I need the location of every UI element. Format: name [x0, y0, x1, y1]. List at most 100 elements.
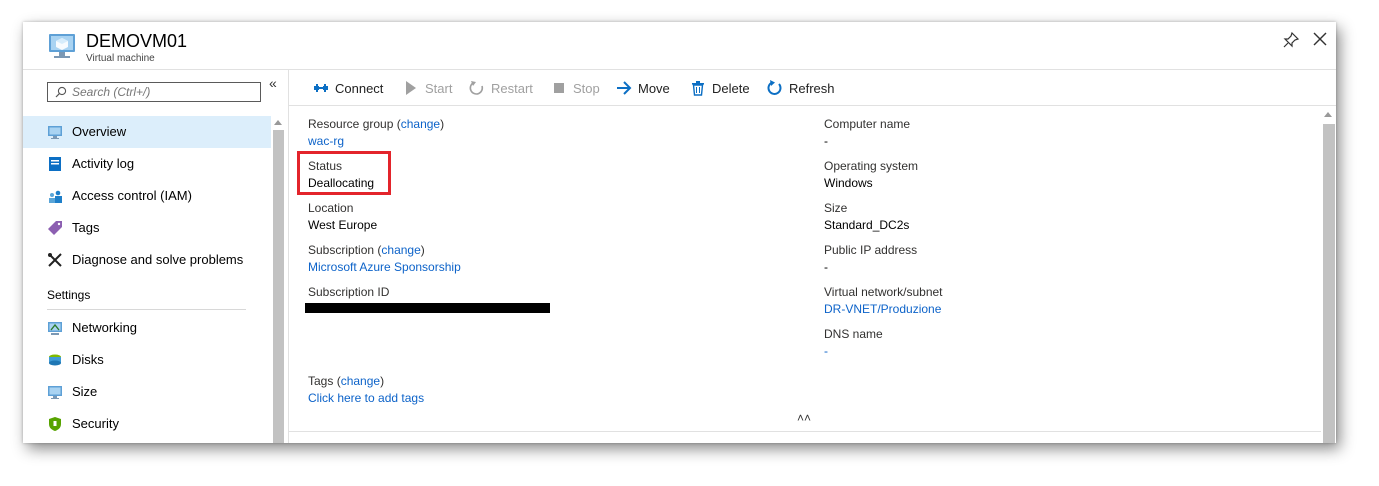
- scrollbar-thumb[interactable]: [273, 130, 284, 443]
- refresh-button[interactable]: Refresh: [767, 79, 835, 97]
- restart-icon: [469, 81, 484, 95]
- collapse-essentials-icon[interactable]: ˄˄: [797, 411, 811, 425]
- public-ip-label: Public IP address: [824, 243, 918, 257]
- restart-button[interactable]: Restart: [469, 79, 533, 97]
- disks-icon: [49, 354, 61, 366]
- change-subscription-link[interactable]: change: [381, 243, 420, 257]
- move-button[interactable]: Move: [616, 79, 670, 97]
- subscription-id-field: Subscription ID: [308, 285, 389, 299]
- size-field: Size Standard_DC2s: [824, 201, 909, 232]
- sidebar-item-activity-log[interactable]: Activity log: [23, 148, 271, 180]
- location-field: Location West Europe: [308, 201, 377, 232]
- sidebar-item-label: Networking: [72, 320, 138, 335]
- change-tags-link[interactable]: change: [341, 374, 380, 388]
- subscription-field: Subscription (change) Microsoft Azure Sp…: [308, 243, 461, 274]
- delete-button[interactable]: Delete: [690, 79, 750, 97]
- essentials-divider: [289, 431, 1321, 432]
- computer-name-value: -: [824, 134, 828, 148]
- scroll-up-arrow-icon[interactable]: [274, 120, 282, 125]
- sidebar-item-label: Security: [72, 416, 119, 431]
- sidebar-item-label: Size: [72, 384, 98, 399]
- overview-icon: [48, 126, 62, 139]
- close-icon[interactable]: [1311, 30, 1329, 48]
- change-resource-group-link[interactable]: change: [401, 117, 440, 131]
- sidebar-item-label: Diagnose and solve problems: [72, 252, 244, 267]
- scroll-up-arrow-icon[interactable]: [1324, 112, 1332, 117]
- resource-group-link[interactable]: wac-rg: [308, 134, 444, 148]
- start-button[interactable]: Start: [403, 79, 452, 97]
- restart-label: Restart: [491, 80, 533, 96]
- sidebar-item-diagnose[interactable]: Diagnose and solve problems: [23, 244, 271, 276]
- os-value: Windows: [824, 176, 873, 190]
- section-divider: [47, 309, 246, 310]
- subscription-link[interactable]: Microsoft Azure Sponsorship: [308, 260, 461, 274]
- sidebar-item-label: Disks: [72, 352, 104, 367]
- sidebar-item-size[interactable]: Size: [23, 376, 271, 408]
- settings-section-header: Settings: [23, 276, 271, 312]
- public-ip-field: Public IP address -: [824, 243, 917, 274]
- blade-header: DEMOVM01 Virtual machine: [23, 22, 1336, 70]
- sidebar-item-security[interactable]: Security: [23, 408, 271, 440]
- sidebar-item-label: Overview: [72, 124, 127, 139]
- computer-name-label: Computer name: [824, 117, 911, 131]
- public-ip-value: -: [824, 260, 828, 274]
- shield-icon: [49, 417, 61, 431]
- subscription-label: Subscription: [308, 243, 375, 257]
- dns-link[interactable]: -: [824, 344, 883, 358]
- vnet-link[interactable]: DR-VNET/Produzione: [824, 302, 943, 316]
- networking-icon: [48, 322, 62, 335]
- stop-button[interactable]: Stop: [551, 79, 600, 97]
- search-icon: [55, 86, 67, 98]
- pin-icon[interactable]: [1282, 31, 1300, 49]
- section-label: Settings: [47, 288, 91, 302]
- status-highlight-box: [297, 151, 391, 195]
- play-icon: [406, 81, 416, 95]
- refresh-icon: [767, 80, 782, 95]
- command-bar: Connect Start Restart Stop Move Delete R…: [289, 70, 1336, 106]
- virtual-machine-icon: [49, 34, 75, 58]
- subscription-id-label: Subscription ID: [308, 285, 390, 299]
- nav-list: Overview Activity log Access control (IA…: [23, 116, 271, 440]
- page-title: DEMOVM01: [86, 31, 188, 51]
- wrench-icon: [48, 253, 62, 267]
- search-box[interactable]: [47, 82, 261, 102]
- tags-field: Tags (change) Click here to add tags: [308, 374, 425, 405]
- sidebar-item-networking[interactable]: Networking: [23, 312, 271, 344]
- arrow-right-icon: [617, 81, 632, 95]
- size-label: Size: [824, 201, 848, 215]
- resource-menu: « Overview Activity log Ac: [23, 70, 289, 443]
- iam-icon: [49, 190, 62, 203]
- sidebar-item-label: Activity log: [72, 156, 135, 171]
- resource-group-field: Resource group (change) wac-rg: [308, 117, 445, 148]
- collapse-menu-button[interactable]: «: [269, 75, 277, 91]
- connect-label: Connect: [335, 80, 384, 96]
- sidebar-item-access-control[interactable]: Access control (IAM): [23, 180, 271, 212]
- search-input[interactable]: [72, 84, 257, 100]
- sidebar-item-disks[interactable]: Disks: [23, 344, 271, 376]
- trash-icon: [692, 81, 704, 96]
- size-value: Standard_DC2s: [824, 218, 910, 232]
- page-subtitle: Virtual machine: [86, 53, 155, 64]
- computer-name-field: Computer name -: [824, 117, 910, 148]
- vm-blade: DEMOVM01 Virtual machine «: [23, 22, 1336, 443]
- resource-group-label: Resource group: [308, 117, 394, 131]
- location-label: Location: [308, 201, 354, 215]
- scrollbar-thumb[interactable]: [1323, 124, 1335, 443]
- add-tags-link[interactable]: Click here to add tags: [308, 391, 424, 405]
- stop-label: Stop: [573, 80, 600, 96]
- connect-button[interactable]: Connect: [313, 79, 383, 97]
- content-scrollbar[interactable]: [1321, 106, 1336, 443]
- start-label: Start: [425, 80, 453, 96]
- sidebar-item-label: Tags: [72, 220, 100, 235]
- dns-label: DNS name: [824, 327, 883, 341]
- sidebar-item-tags[interactable]: Tags: [23, 212, 271, 244]
- redacted-subscription-id: [305, 303, 550, 313]
- sidebar-item-label: Access control (IAM): [72, 188, 192, 203]
- vnet-label: Virtual network/subnet: [824, 285, 943, 299]
- move-label: Move: [638, 80, 670, 96]
- refresh-label: Refresh: [789, 80, 835, 96]
- menu-scrollbar[interactable]: [271, 116, 285, 443]
- delete-label: Delete: [712, 80, 750, 96]
- sidebar-item-overview[interactable]: Overview: [23, 116, 271, 148]
- essentials-panel: Resource group (change) wac-rg Status De…: [289, 106, 1336, 443]
